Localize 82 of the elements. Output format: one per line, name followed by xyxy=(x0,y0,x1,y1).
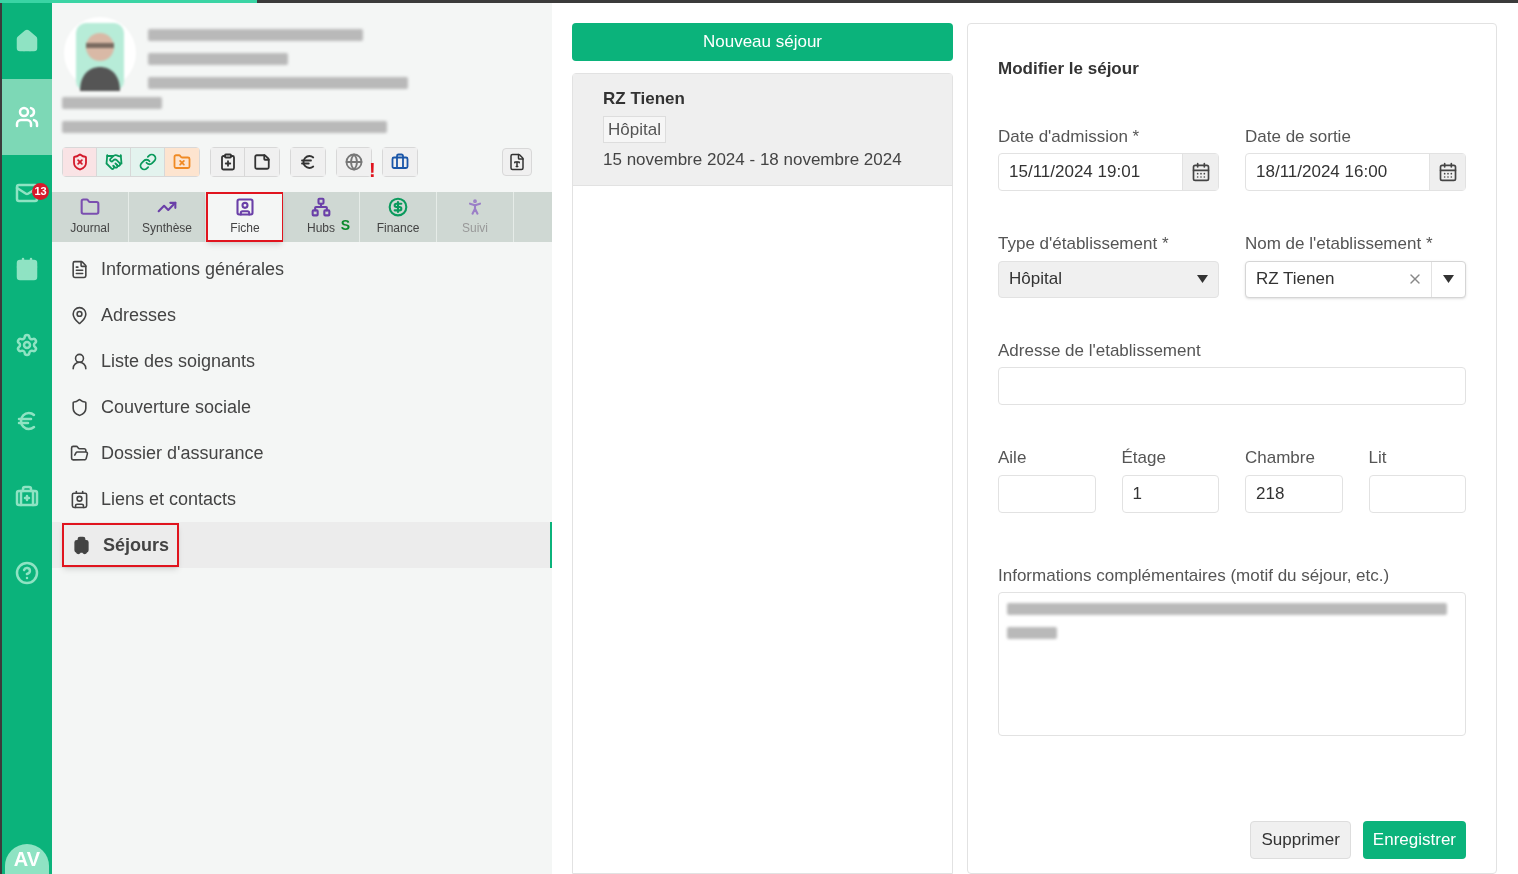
stay-dates: 15 novembre 2024 - 18 novembre 2024 xyxy=(603,149,902,171)
help-icon xyxy=(15,561,39,585)
contact-card-icon xyxy=(235,197,255,217)
field-label: Chambre xyxy=(1245,447,1316,469)
stay-item[interactable]: RZ Tienen Hôpital 15 novembre 2024 - 18 novembre 2024 xyxy=(573,74,952,186)
input-field[interactable]: 218 xyxy=(1245,474,1343,513)
folder-icon xyxy=(80,197,100,217)
date-field[interactable]: 15/11/2024 19:01 xyxy=(998,153,1219,191)
field-label: Aile xyxy=(998,447,1028,469)
menu-label: Liens et contacts xyxy=(101,487,237,511)
input-field[interactable]: 1 xyxy=(1121,474,1219,513)
menu-label: Adresses xyxy=(101,303,177,327)
field-label: Date d'admission * xyxy=(998,125,1141,148)
field-label: Type d'établissement * xyxy=(998,233,1170,255)
link-icon xyxy=(138,153,157,171)
calendar-icon xyxy=(15,257,39,281)
input-field[interactable] xyxy=(998,474,1096,513)
toolbar-button[interactable] xyxy=(383,148,417,176)
stay-name: RZ Tienen xyxy=(603,88,685,110)
tab[interactable]: Finance xyxy=(360,192,437,242)
location-pin-icon xyxy=(70,305,89,325)
delete-button[interactable]: Supprimer xyxy=(1250,821,1351,859)
menu-label: Informations générales xyxy=(101,257,285,281)
menu-label: Couverture sociale xyxy=(101,395,252,419)
folder-icon xyxy=(70,443,89,463)
menu-item[interactable]: Liste des soignants xyxy=(52,338,552,384)
menu-item[interactable]: Séjours xyxy=(52,522,552,568)
menu-item[interactable]: Liens et contacts xyxy=(52,476,552,522)
alert-mark: ! xyxy=(369,160,376,180)
toolbar-button[interactable] xyxy=(291,148,325,176)
calendar-icon xyxy=(1437,162,1458,182)
tab[interactable]: Fiche xyxy=(206,192,283,242)
field-label: Nom de l'etablissement * xyxy=(1245,233,1434,255)
user-icon xyxy=(70,351,89,371)
network-icon xyxy=(311,197,331,217)
field-label: Informations complémentaires (motif du séjour, etc.) xyxy=(998,564,1391,587)
users-icon xyxy=(15,105,39,129)
toolbar-button[interactable] xyxy=(245,148,279,176)
contact-icon xyxy=(70,489,89,509)
calendar-icon xyxy=(1190,162,1211,182)
form-title: Modifier le séjour xyxy=(998,58,1140,80)
document-icon xyxy=(70,259,89,279)
clipboard-icon xyxy=(218,153,237,171)
shield-icon xyxy=(70,397,89,417)
input-field[interactable] xyxy=(1368,474,1466,513)
field-label: Date de sortie xyxy=(1245,125,1352,148)
menu-item[interactable]: Dossier d'assurance xyxy=(52,430,552,476)
text-area[interactable] xyxy=(998,592,1466,736)
note-icon xyxy=(253,153,271,171)
field-label: Étage xyxy=(1121,447,1167,469)
tab[interactable]: Hubs S xyxy=(283,192,360,242)
type-tag: Hôpital xyxy=(603,115,666,143)
menu-item[interactable]: Adresses xyxy=(52,292,552,338)
menu-label: Dossier d'assurance xyxy=(101,441,264,465)
handshake-icon xyxy=(104,153,123,171)
field-label: Adresse de l'etablissement xyxy=(998,339,1202,362)
menu-label: Séjours xyxy=(103,533,170,557)
input-field[interactable] xyxy=(998,367,1466,405)
home-icon xyxy=(15,29,39,53)
rail-button[interactable]: 13 xyxy=(2,155,52,231)
caret-icon xyxy=(1197,275,1208,283)
tab[interactable]: Journal xyxy=(52,192,129,242)
date-field[interactable]: 18/11/2024 16:00 xyxy=(1245,153,1466,191)
euro-icon xyxy=(299,153,317,171)
caret-icon xyxy=(1443,275,1454,283)
briefcase-icon xyxy=(391,153,409,171)
menu-item[interactable]: Informations générales xyxy=(52,246,552,292)
toolbar-button[interactable] xyxy=(211,148,245,176)
folder-icon xyxy=(173,153,191,171)
field-label: Lit xyxy=(1368,447,1388,469)
select-field[interactable]: Hôpital xyxy=(998,260,1219,298)
menu-item[interactable]: Couverture sociale xyxy=(52,384,552,430)
count-badge: 13 xyxy=(32,183,49,200)
hub-status-mark: S xyxy=(340,216,350,235)
shield-icon xyxy=(70,153,89,171)
select-field[interactable]: RZ Tienen xyxy=(1245,260,1466,298)
globe-icon xyxy=(345,153,363,171)
menu-label: Liste des soignants xyxy=(101,349,256,373)
coin-icon xyxy=(388,197,408,217)
settings-icon xyxy=(15,333,39,357)
toolbar-button[interactable] xyxy=(502,148,532,176)
toolbox-icon xyxy=(15,485,39,509)
